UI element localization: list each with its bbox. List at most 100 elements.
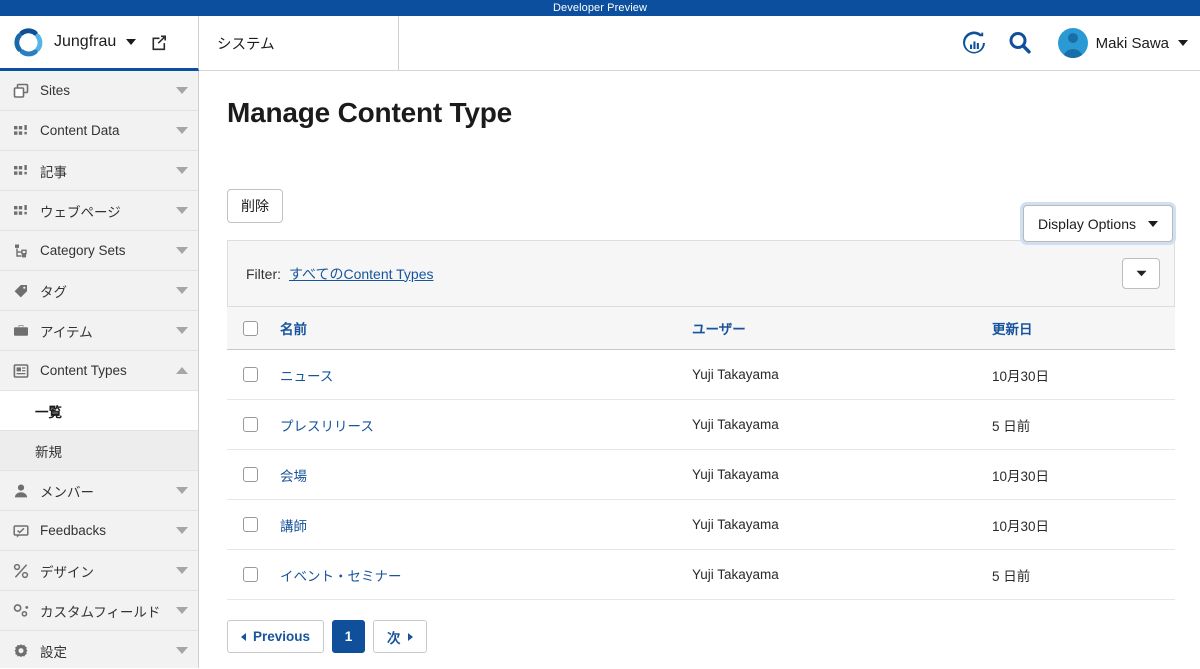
system-tab[interactable]: システム <box>199 16 399 70</box>
sidebar: Sites Content Data 記事ウェブページ Category Sets タグ… <box>0 71 199 668</box>
row-user-cell: Yuji Takayama <box>692 499 992 550</box>
sidebar-item-label: 設定 <box>40 644 67 660</box>
sidebar-item-アイテム[interactable]: アイテム <box>0 311 198 351</box>
design-icon <box>12 562 30 580</box>
chevron-down-icon <box>176 127 188 134</box>
comment-icon <box>12 522 30 540</box>
chevron-down-icon <box>176 167 188 174</box>
content-type-link[interactable]: 会場 <box>272 469 307 484</box>
row-select-cell <box>227 549 272 600</box>
display-options-label: Display Options <box>1037 215 1136 232</box>
row-checkbox[interactable] <box>243 367 258 383</box>
row-checkbox[interactable] <box>243 417 258 433</box>
chevron-down-icon <box>176 647 188 654</box>
jungfrau-logo-icon <box>12 26 45 59</box>
row-select-cell <box>227 349 272 400</box>
page-1-button[interactable]: 1 <box>332 620 366 653</box>
sidebar-item-label: 記事 <box>40 164 67 180</box>
column-header-user[interactable]: ユーザー <box>692 306 992 350</box>
grid-icon <box>12 202 30 220</box>
row-user-cell: Yuji Takayama <box>692 549 992 600</box>
chevron-down-icon <box>1148 220 1158 227</box>
brand-menu[interactable]: Jungfrau <box>0 16 199 71</box>
sidebar-item-設定[interactable]: 設定 <box>0 631 198 668</box>
sidebar-item-label: Content Data <box>40 123 120 138</box>
content-type-link[interactable]: 講師 <box>272 519 307 534</box>
pagination: Previous 1 次 <box>227 620 1175 653</box>
sidebar-item-label: Content Types <box>40 363 127 378</box>
sidebar-item-カスタムフィールド[interactable]: カスタムフィールド <box>0 591 198 631</box>
sidebar-item-タグ[interactable]: タグ <box>0 271 198 311</box>
select-all-checkbox[interactable] <box>243 320 258 336</box>
page-title: Manage Content Type <box>227 97 513 128</box>
content-type-icon <box>12 362 30 380</box>
next-page-button[interactable]: 次 <box>373 620 427 653</box>
developer-preview-banner: Developer Preview <box>0 0 1200 16</box>
row-user-cell: Yuji Takayama <box>692 449 992 500</box>
row-name-cell: プレスリリース <box>272 399 692 450</box>
chevron-down-icon <box>126 39 137 45</box>
sidebar-item-label: Category Sets <box>40 243 126 258</box>
chevron-down-icon <box>1136 270 1146 277</box>
sidebar-subitem-list[interactable]: 一覧 <box>0 391 198 431</box>
content-types-table: 名前 ユーザー 更新日 ニュース Yuji Takayama 10月30日 プレスリリ… <box>227 306 1175 600</box>
grid-icon <box>12 122 30 140</box>
row-checkbox[interactable] <box>243 467 258 483</box>
sidebar-item-メンバー[interactable]: メンバー <box>0 471 198 511</box>
sidebar-item-category-sets[interactable]: Category Sets <box>0 231 198 271</box>
search-icon[interactable] <box>1006 29 1034 57</box>
row-updated-cell: 5 日前 <box>992 549 1175 600</box>
filter-bar: Filter: すべてのContent Types <box>227 240 1175 306</box>
sidebar-item-デザイン[interactable]: デザイン <box>0 551 198 591</box>
row-name-cell: 会場 <box>272 449 692 500</box>
sidebar-subitem-label: 一覧 <box>35 404 62 420</box>
row-name-cell: イベント・セミナー <box>272 549 692 600</box>
filter-label: Filter: <box>246 265 281 282</box>
chevron-down-icon <box>176 327 188 334</box>
content-type-link[interactable]: ニュース <box>272 369 333 384</box>
column-header-name[interactable]: 名前 <box>272 306 692 350</box>
row-updated-cell: 10月30日 <box>992 349 1175 400</box>
sidebar-subitem-label: 新規 <box>35 444 62 460</box>
grid-icon <box>12 162 30 180</box>
chevron-down-icon <box>1178 40 1188 46</box>
sidebar-item-label: Feedbacks <box>40 523 107 538</box>
column-header-updated[interactable]: 更新日 <box>992 306 1175 350</box>
app-shell: Sites Content Data 記事ウェブページ Category Sets タグ… <box>0 71 1200 668</box>
sidebar-item-sites[interactable]: Sites <box>0 71 198 111</box>
analytics-refresh-icon[interactable] <box>960 29 988 57</box>
sidebar-item-feedbacks[interactable]: Feedbacks <box>0 511 198 551</box>
row-select-cell <box>227 399 272 450</box>
row-checkbox[interactable] <box>243 567 258 583</box>
row-updated-cell: 10月30日 <box>992 449 1175 500</box>
main-content: Manage Content Type Display Options 削除 F… <box>199 71 1200 668</box>
sidebar-item-記事[interactable]: 記事 <box>0 151 198 191</box>
delete-button[interactable]: 削除 <box>227 189 283 223</box>
sidebar-item-label: カスタムフィールド <box>40 604 161 620</box>
row-user-cell: Yuji Takayama <box>692 349 992 400</box>
user-menu[interactable]: Maki Sawa <box>1057 28 1188 58</box>
filter-value-link[interactable]: すべてのContent Types <box>289 264 433 284</box>
sidebar-item-label: ウェブページ <box>40 204 121 220</box>
content-type-link[interactable]: イベント・セミナー <box>272 569 402 584</box>
filter-dropdown-button[interactable] <box>1122 258 1160 289</box>
display-options-button[interactable]: Display Options <box>1022 205 1173 242</box>
briefcase-icon <box>12 322 30 340</box>
row-name-cell: 講師 <box>272 499 692 550</box>
sidebar-item-label: タグ <box>40 284 67 300</box>
sidebar-item-content-data[interactable]: Content Data <box>0 111 198 151</box>
select-all-header <box>227 306 272 350</box>
sidebar-subitem-new[interactable]: 新規 <box>0 431 198 471</box>
content-type-link[interactable]: プレスリリース <box>272 419 374 434</box>
row-user-cell: Yuji Takayama <box>692 399 992 450</box>
sidebar-item-ウェブページ[interactable]: ウェブページ <box>0 191 198 231</box>
external-link-edit-icon[interactable] <box>150 33 168 51</box>
chevron-down-icon <box>176 567 188 574</box>
gear-icon <box>12 642 30 660</box>
brand-name: Jungfrau <box>54 33 117 50</box>
row-updated-cell: 5 日前 <box>992 399 1175 450</box>
sidebar-item-label: デザイン <box>40 564 94 580</box>
previous-page-button[interactable]: Previous <box>227 620 325 653</box>
sidebar-item-content-types[interactable]: Content Types <box>0 351 198 391</box>
row-checkbox[interactable] <box>243 517 258 533</box>
